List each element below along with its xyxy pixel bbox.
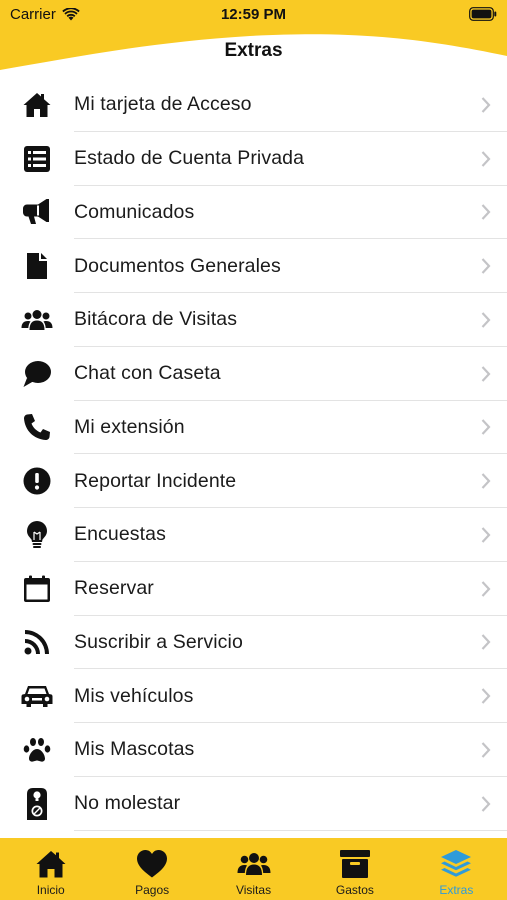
menu-item-suscribir-a-servicio[interactable]: Suscribir a Servicio <box>0 616 507 670</box>
megaphone-icon <box>20 195 54 229</box>
tab-label: Visitas <box>235 883 272 897</box>
divider <box>74 829 507 831</box>
menu-item-label: Suscribir a Servicio <box>74 630 243 653</box>
tab-label: Gastos <box>335 883 374 897</box>
menu-item-label: Bitácora de Visitas <box>74 308 238 331</box>
lightbulb-icon <box>20 518 54 552</box>
chevron-right-icon <box>481 365 491 382</box>
menu-item-label: Mis vehículos <box>74 684 194 707</box>
header: Carrier 12:59 PM Extras <box>0 0 507 80</box>
tab-label: Pagos <box>135 883 170 897</box>
menu-item-label: Reservar <box>74 577 154 600</box>
chevron-right-icon <box>481 634 491 651</box>
chevron-right-icon <box>481 150 491 167</box>
menu-item-reportar-incidente[interactable]: Reportar Incidente <box>0 454 507 508</box>
menu-item-no-molestar[interactable]: No molestar <box>0 777 507 831</box>
menu-item-label: Mis Mascotas <box>74 738 195 761</box>
do-not-disturb-icon <box>20 787 54 821</box>
rss-icon <box>20 625 54 659</box>
chevron-right-icon <box>481 97 491 113</box>
extras-menu-list: Mi tarjeta de Acceso Estado de Cuenta Pr… <box>0 78 507 831</box>
chevron-right-icon <box>481 258 491 274</box>
users-icon <box>237 847 271 881</box>
chat-icon <box>20 357 54 391</box>
calendar-icon <box>20 572 54 606</box>
chevron-right-icon <box>481 527 491 543</box>
menu-item-label: Mi tarjeta de Acceso <box>74 93 252 116</box>
menu-item-documentos-generales[interactable]: Documentos Generales <box>0 239 507 293</box>
page-title: Extras <box>224 40 283 61</box>
chevron-right-icon <box>481 419 491 436</box>
menu-item-chat-con-caseta[interactable]: Chat con Caseta <box>0 347 507 401</box>
alert-icon <box>20 464 54 498</box>
menu-item-comunicados[interactable]: Comunicados <box>0 186 507 240</box>
home-icon <box>35 847 67 881</box>
menu-item-label: Estado de Cuenta Privada <box>74 147 305 170</box>
tab-label: Inicio <box>36 883 65 897</box>
layers-icon <box>440 847 472 881</box>
menu-item-label: Chat con Caseta <box>74 362 221 385</box>
menu-item-bitacora-de-visitas[interactable]: Bitácora de Visitas <box>0 293 507 347</box>
list-icon <box>20 142 54 176</box>
chevron-right-icon <box>481 312 491 328</box>
chevron-right-icon <box>481 473 491 489</box>
document-icon <box>20 249 54 283</box>
tab-inicio[interactable]: Inicio <box>0 838 101 900</box>
chevron-right-icon <box>481 204 491 221</box>
tab-gastos[interactable]: Gastos <box>304 838 405 900</box>
users-icon <box>20 303 54 337</box>
status-bar: Carrier 12:59 PM <box>0 6 507 26</box>
menu-item-label: Mi extensión <box>74 415 185 438</box>
menu-item-label: Reportar Incidente <box>74 469 237 492</box>
bottom-tab-bar: Inicio Pagos Visitas Gastos Extras <box>0 838 507 900</box>
menu-item-label: Encuestas <box>74 523 166 546</box>
car-icon <box>20 679 54 713</box>
menu-item-mis-vehiculos[interactable]: Mis vehículos <box>0 669 507 723</box>
clock: 12:59 PM <box>220 6 287 23</box>
tab-visitas[interactable]: Visitas <box>203 838 304 900</box>
menu-item-encuestas[interactable]: Encuestas <box>0 508 507 562</box>
menu-item-mi-tarjeta-de-acceso[interactable]: Mi tarjeta de Acceso <box>0 78 507 132</box>
battery-icon <box>469 7 497 21</box>
menu-item-label: Comunicados <box>74 200 195 223</box>
archive-box-icon <box>339 847 371 881</box>
chevron-right-icon <box>481 688 491 704</box>
home-icon <box>20 88 54 122</box>
menu-item-mi-extension[interactable]: Mi extensión <box>0 401 507 455</box>
menu-item-reservar[interactable]: Reservar <box>0 562 507 616</box>
tab-extras[interactable]: Extras <box>406 838 507 900</box>
menu-item-mis-mascotas[interactable]: Mis Mascotas <box>0 723 507 777</box>
heart-icon <box>136 847 168 881</box>
chevron-right-icon <box>481 580 491 597</box>
menu-item-estado-de-cuenta-privada[interactable]: Estado de Cuenta Privada <box>0 132 507 186</box>
tab-pagos[interactable]: Pagos <box>101 838 202 900</box>
tab-label: Extras <box>439 883 474 897</box>
menu-item-label: No molestar <box>74 792 181 815</box>
chevron-right-icon <box>481 795 491 812</box>
menu-item-label: Documentos Generales <box>74 254 281 277</box>
paw-icon <box>20 733 54 767</box>
chevron-right-icon <box>481 742 491 758</box>
phone-icon <box>20 410 54 444</box>
